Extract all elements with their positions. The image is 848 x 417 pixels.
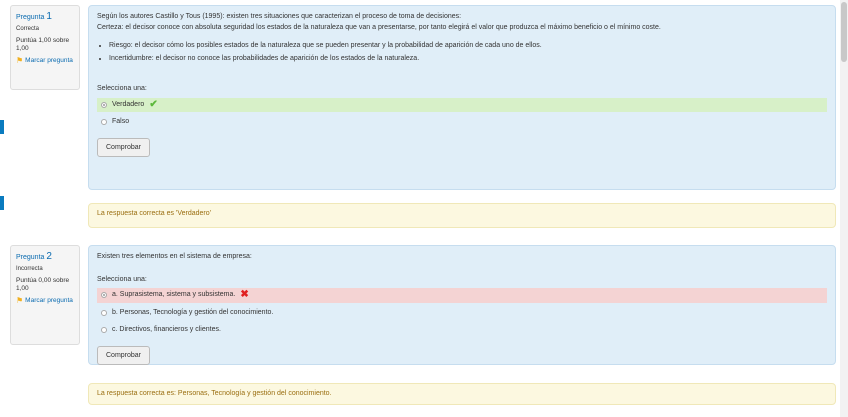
- question-info: Pregunta 1 Correcta Puntúa 1,00 sobre 1,…: [10, 5, 80, 90]
- answer-option-c[interactable]: c. Directivos, financieros y clientes.: [97, 323, 827, 338]
- select-one-label: Selecciona una:: [97, 275, 147, 283]
- flag-question-link[interactable]: ⚑ Marcar pregunta: [16, 295, 74, 305]
- radio-unselected[interactable]: [101, 327, 107, 334]
- question-grade: Puntúa 0,00 sobre 1,00: [16, 276, 70, 293]
- answer-option-true[interactable]: Verdadero ✔: [97, 97, 827, 112]
- question-text-certainty: Certeza: el decisor conoce con absoluta …: [97, 23, 661, 31]
- question-number: Pregunta 1: [16, 10, 74, 23]
- feedback-box: La respuesta correcta es: Personas, Tecn…: [88, 383, 836, 405]
- answer-option-a[interactable]: a. Suprasistema, sistema y subsistema. ✖: [97, 288, 827, 303]
- answer-label: Falso: [112, 118, 130, 125]
- answer-label: b. Personas, Tecnología y gestión del co…: [112, 308, 274, 316]
- flag-question-link[interactable]: ⚑ Marcar pregunta: [16, 55, 74, 65]
- question-text: Existen tres elementos en el sistema de …: [97, 253, 252, 260]
- answer-option-b[interactable]: b. Personas, Tecnología y gestión del co…: [97, 306, 827, 321]
- flag-label: Marcar pregunta: [25, 296, 73, 304]
- question-info: Pregunta 2 Incorrecta Puntúa 0,00 sobre …: [10, 245, 80, 345]
- check-icon: ✔: [149, 98, 158, 110]
- question-content: Existen tres elementos en el sistema de …: [88, 245, 836, 365]
- select-one-label: Selecciona una:: [97, 85, 147, 92]
- bullet-item: Incertidumbre: el decisor no conoce las …: [109, 54, 827, 65]
- radio-unselected[interactable]: [101, 309, 107, 316]
- feedback-box: La respuesta correcta es 'Verdadero': [88, 203, 836, 228]
- question-state: Incorrecta: [16, 266, 43, 272]
- flag-icon: ⚑: [16, 295, 24, 305]
- question-label: Pregunta: [16, 254, 45, 261]
- bullet-item: Riesgo: el decisor cómo los posibles est…: [109, 41, 827, 52]
- check-button[interactable]: Comprobar: [97, 345, 151, 365]
- question-bullets: Riesgo: el decisor cómo los posibles est…: [109, 41, 827, 64]
- question-label: Pregunta: [16, 14, 45, 21]
- flag-icon: ⚑: [16, 55, 24, 65]
- radio-unselected[interactable]: [101, 119, 107, 126]
- check-button[interactable]: Comprobar: [97, 137, 151, 157]
- answer-option-false[interactable]: Falso: [97, 115, 827, 130]
- flag-label: Marcar pregunta: [25, 56, 73, 64]
- question-1: Pregunta 1 Correcta Puntúa 1,00 sobre 1,…: [10, 5, 836, 230]
- radio-selected[interactable]: [101, 101, 107, 108]
- question-number-value: 2: [46, 251, 52, 262]
- question-text-intro: Según los autores Castillo y Tous (1995)…: [97, 13, 462, 20]
- answer-label: Verdadero: [112, 100, 145, 108]
- scrollbar[interactable]: [840, 0, 848, 417]
- left-accent-strip-1: [0, 120, 4, 134]
- question-grade: Puntúa 1,00 sobre 1,00: [16, 36, 70, 53]
- left-accent-strip-2: [0, 196, 4, 210]
- question-number: Pregunta 2: [16, 250, 74, 263]
- cross-icon: ✖: [240, 289, 249, 301]
- question-2: Pregunta 2 Incorrecta Puntúa 0,00 sobre …: [10, 245, 836, 405]
- answer-label: c. Directivos, financieros y clientes.: [112, 326, 221, 333]
- question-state: Correcta: [16, 26, 40, 32]
- answer-label: a. Suprasistema, sistema y subsistema.: [112, 291, 236, 298]
- question-content: Según los autores Castillo y Tous (1995)…: [88, 5, 836, 190]
- radio-selected[interactable]: [101, 292, 107, 299]
- question-number-value: 1: [46, 11, 52, 22]
- scrollbar-thumb[interactable]: [841, 2, 847, 62]
